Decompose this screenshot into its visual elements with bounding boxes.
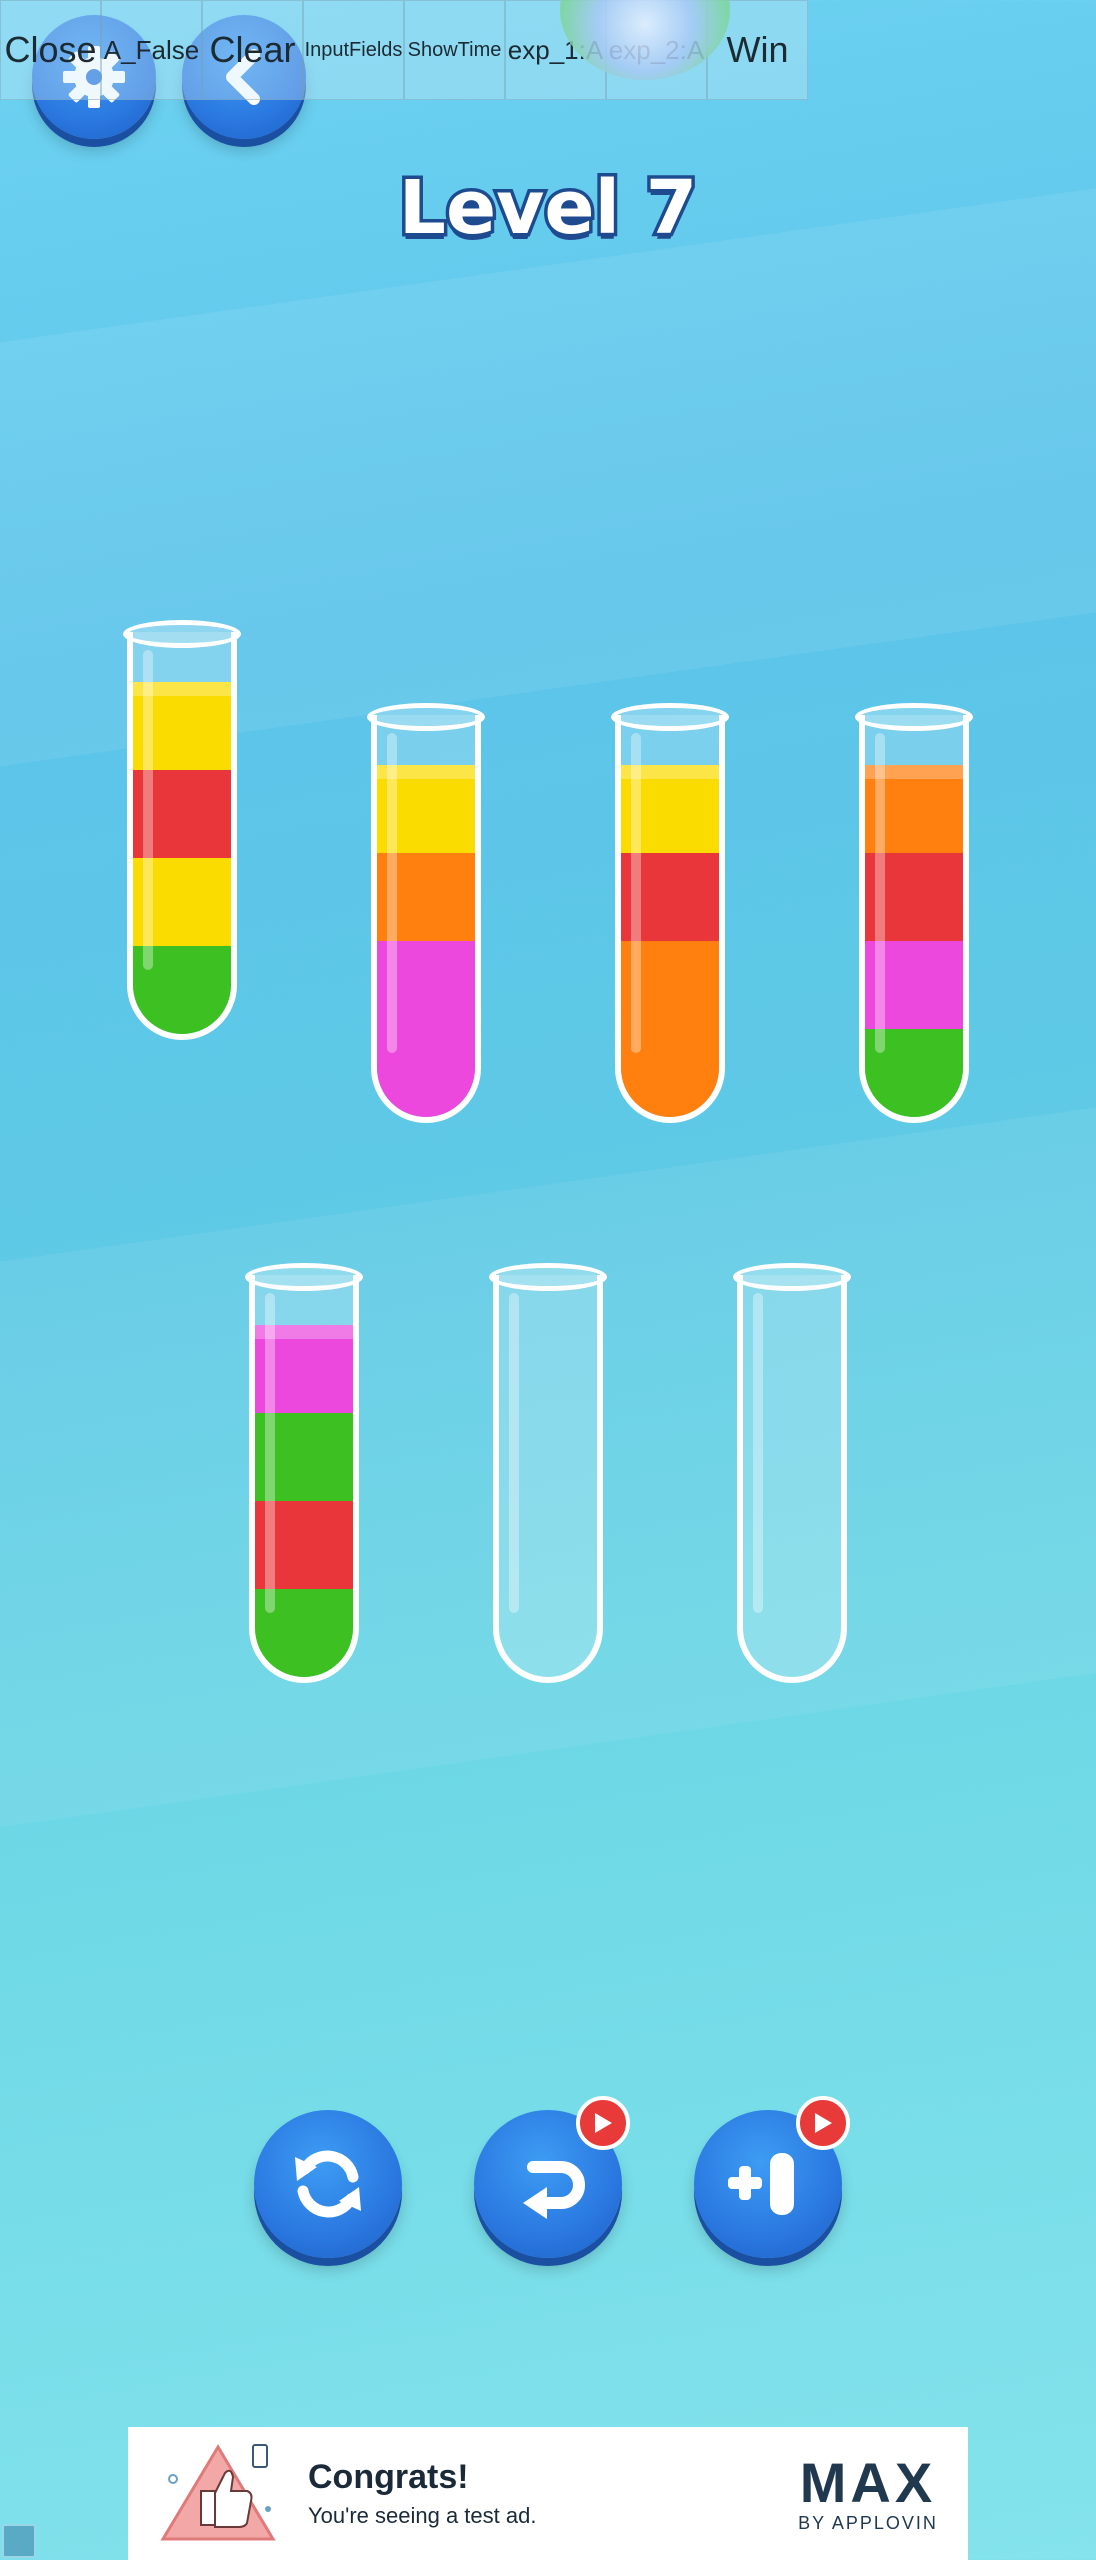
ad-headline: Congrats! [308,2458,469,2496]
tube-shine [509,1293,519,1613]
debug-showtime-button[interactable]: ShowTime [404,0,505,100]
tube-shine [265,1293,275,1613]
ad-text: Congrats! You're seeing a test ad. [308,2458,768,2529]
tube-1[interactable] [123,620,241,1040]
debug-inputfields-button[interactable]: InputFields [303,0,404,100]
add-tube-button[interactable] [694,2096,850,2258]
video-ad-badge [576,2096,630,2150]
video-ad-badge [796,2096,850,2150]
tube-rim [855,703,973,731]
restart-button[interactable] [254,2110,402,2258]
play-icon [595,2113,612,2133]
tube-rim [611,703,729,731]
tube-rim [123,620,241,648]
tube-shine [753,1293,763,1613]
play-icon [815,2113,832,2133]
debug-clear-button[interactable]: Clear [202,0,303,100]
tube-rim [733,1263,851,1291]
tube-3[interactable] [611,703,729,1123]
ad-brand-logo: MAX BY APPLOVIN [768,2453,968,2534]
undo-button[interactable] [474,2096,630,2258]
level-title: Level 7 [395,162,700,255]
ad-body-text: You're seeing a test ad. [308,2503,537,2528]
tube-shine [387,733,397,1053]
tube-4[interactable] [855,703,973,1123]
tube-rim [489,1263,607,1291]
refresh-icon [295,2150,361,2218]
ad-brand-sub: BY APPLOVIN [798,2513,938,2533]
tube-5[interactable] [245,1263,363,1683]
tube-2[interactable] [367,703,485,1123]
undo-icon [523,2161,585,2219]
ad-banner[interactable]: Congrats! You're seeing a test ad. MAX B… [128,2427,968,2560]
ad-thumbs-up-illustration [128,2427,308,2560]
debug-a-false-button[interactable]: A_False [101,0,202,100]
tube-6[interactable] [489,1263,607,1683]
tube-shine [143,650,153,970]
ad-brand-name: MAX [799,2451,937,2514]
tube-7[interactable] [733,1263,851,1683]
tube-rim [367,703,485,731]
debug-close-button[interactable]: Close [0,0,101,100]
tube-shine [631,733,641,1053]
add-tube-icon [728,2153,794,2215]
tube-rim [245,1263,363,1291]
tube-shine [875,733,885,1053]
corner-app-icon[interactable] [2,2524,36,2558]
